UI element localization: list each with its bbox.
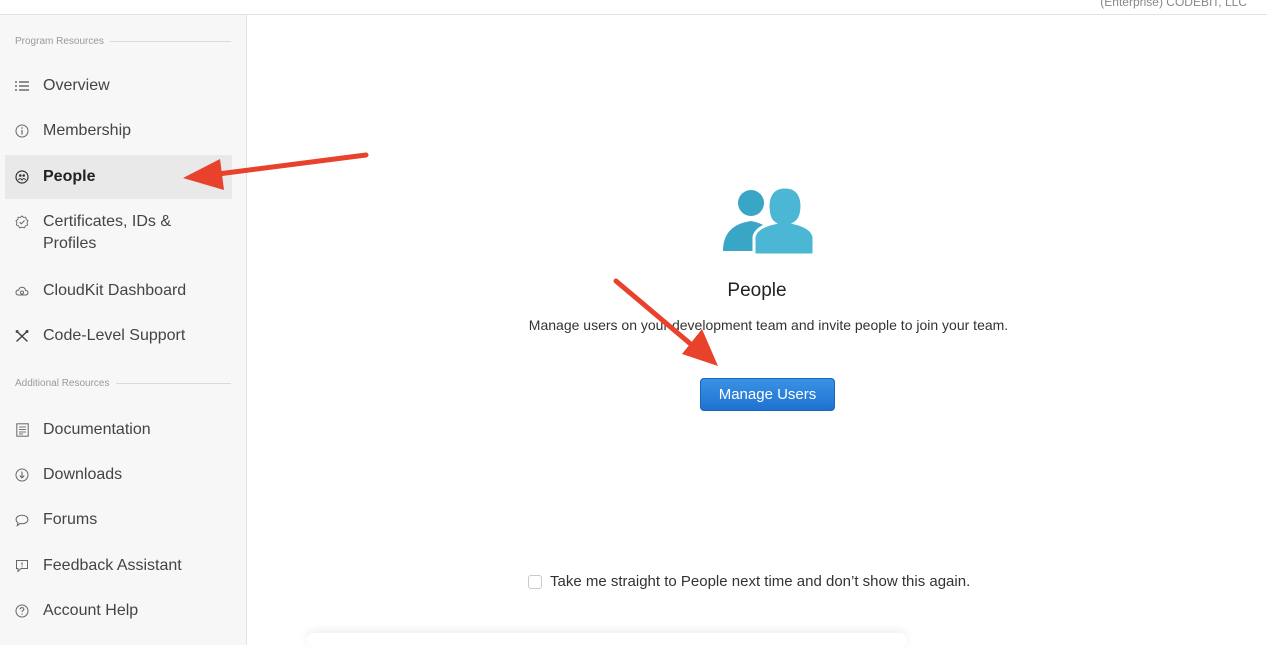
- download-icon: [15, 468, 29, 482]
- sidebar-item-overview[interactable]: Overview: [5, 74, 232, 98]
- sidebar-item-label: Membership: [43, 122, 132, 139]
- sidebar-item-label: Account Help: [43, 602, 139, 619]
- sidebar-item-documentation[interactable]: Documentation: [5, 418, 232, 442]
- sidebar-item-label: Code-Level Support: [43, 327, 186, 344]
- sidebar-item-label: Feedback Assistant: [43, 557, 182, 574]
- sidebar-item-code-level-support[interactable]: Code-Level Support: [5, 324, 232, 348]
- sidebar-item-label: Downloads: [43, 466, 123, 483]
- people-illustration-icon: [723, 185, 816, 262]
- sidebar: Program Resources Overview Membership Pe…: [0, 15, 247, 645]
- page-description: Manage users on your development team an…: [528, 317, 1009, 333]
- sidebar-item-label: Forums: [43, 511, 98, 528]
- sidebar-item-feedback-assistant[interactable]: Feedback Assistant: [5, 554, 232, 578]
- speech-bubble-icon: [15, 513, 29, 527]
- main-content: People Manage users on your development …: [247, 15, 1267, 645]
- skip-intro-checkbox[interactable]: [528, 574, 542, 589]
- top-bar: (Enterprise) CODEBIT, LLC: [0, 0, 1267, 15]
- people-icon: [15, 170, 29, 184]
- sidebar-item-people[interactable]: People: [5, 155, 232, 199]
- section-heading-additional-resources: Additional Resources: [15, 378, 231, 389]
- sidebar-item-label-group: Certificates, IDs & Profiles: [43, 211, 171, 255]
- sidebar-item-label: Certificates, IDs &: [43, 213, 172, 230]
- sidebar-item-label: CloudKit Dashboard: [43, 282, 187, 299]
- cloud-icon: [15, 284, 29, 298]
- tools-icon: [15, 329, 29, 343]
- sidebar-item-label: People: [43, 168, 96, 185]
- section-heading-label: Program Resources: [15, 36, 104, 47]
- sidebar-item-cloudkit-dashboard[interactable]: CloudKit Dashboard: [5, 279, 232, 303]
- skip-intro-option[interactable]: Take me straight to People next time and…: [528, 573, 970, 590]
- section-heading-label: Additional Resources: [15, 378, 110, 389]
- sidebar-item-forums[interactable]: Forums: [5, 508, 232, 532]
- feedback-icon: [15, 559, 29, 573]
- info-icon: [15, 124, 29, 138]
- badge-check-icon: [15, 215, 29, 229]
- divider: [109, 41, 231, 42]
- document-icon: [15, 423, 29, 437]
- sidebar-item-certificates[interactable]: Certificates, IDs & Profiles: [5, 211, 232, 259]
- team-name: (Enterprise) CODEBIT, LLC: [1100, 0, 1247, 9]
- section-heading-program-resources: Program Resources: [15, 36, 231, 47]
- sidebar-item-account-help[interactable]: Account Help: [5, 599, 232, 623]
- sidebar-item-membership[interactable]: Membership: [5, 119, 232, 143]
- sidebar-item-label: Overview: [43, 77, 110, 94]
- sidebar-item-label: Documentation: [43, 421, 151, 438]
- manage-users-button[interactable]: Manage Users: [700, 378, 835, 411]
- question-icon: [15, 604, 29, 618]
- page-title: People: [727, 280, 787, 301]
- divider: [115, 383, 231, 384]
- skip-intro-label: Take me straight to People next time and…: [550, 573, 971, 590]
- sidebar-item-downloads[interactable]: Downloads: [5, 463, 232, 487]
- sidebar-item-label-line2: Profiles: [43, 235, 97, 252]
- list-icon: [15, 79, 29, 93]
